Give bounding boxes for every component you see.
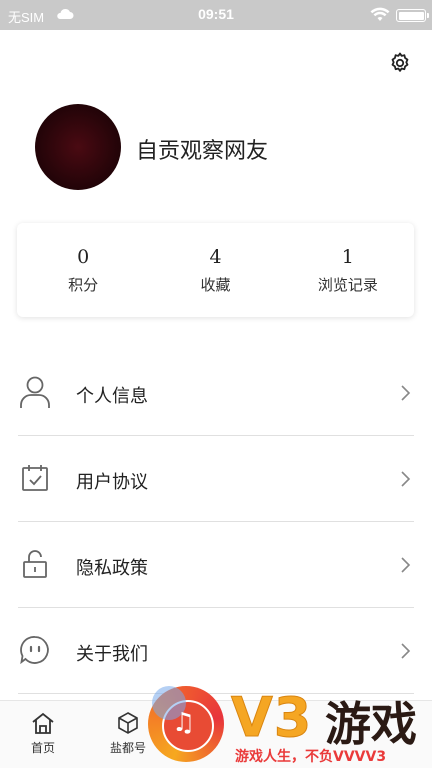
menu-item-label: 隐私政策 (76, 558, 148, 579)
avatar[interactable] (35, 104, 121, 190)
settings-button[interactable] (386, 49, 414, 77)
watermark-overlay: ♫ V3 游戏 游戏人生，不负VVVV3 (145, 684, 432, 768)
menu-item-privacy-policy[interactable]: 隐私政策 (18, 522, 414, 608)
nav-label: 首页 (30, 741, 55, 755)
stat-value: 1 (341, 245, 354, 268)
watermark-slogan: 游戏人生，不负VVVV3 (235, 749, 387, 765)
user-nickname: 自贡观察网友 (136, 139, 269, 164)
stat-favorites[interactable]: 4 收藏 (149, 223, 281, 317)
chevron-right-icon (401, 471, 411, 487)
nav-item-home[interactable]: 首页 (8, 711, 78, 756)
stat-value: 4 (209, 245, 222, 268)
chevron-right-icon (401, 643, 411, 659)
chevron-right-icon (401, 385, 411, 401)
calendar-check-icon (18, 461, 52, 495)
person-icon (18, 375, 52, 409)
stat-label: 收藏 (200, 275, 231, 294)
watermark-game-text: 游戏 (325, 697, 417, 751)
unlock-icon (18, 547, 52, 581)
stat-points[interactable]: 0 积分 (17, 223, 149, 317)
watermark-logo-icon: ♫ (148, 686, 224, 762)
menu-item-about-us[interactable]: 关于我们 (18, 608, 414, 694)
chat-face-icon (18, 633, 52, 667)
gear-icon (391, 52, 409, 72)
cube-icon (118, 712, 138, 734)
wifi-icon (370, 7, 390, 26)
menu-item-label: 用户协议 (76, 472, 148, 493)
chevron-right-icon (401, 557, 411, 573)
menu-item-user-agreement[interactable]: 用户协议 (18, 436, 414, 522)
stat-label: 浏览记录 (317, 275, 378, 294)
status-time: 09:51 (198, 6, 234, 22)
battery-icon (396, 9, 429, 22)
home-icon (32, 712, 54, 734)
watermark-brand: V3 (230, 686, 313, 750)
menu-item-label: 关于我们 (76, 644, 148, 665)
menu-item-label: 个人信息 (76, 386, 148, 407)
stat-history[interactable]: 1 浏览记录 (282, 223, 414, 317)
settings-menu: 个人信息 用户协议 隐私政策 关于我们 (18, 350, 414, 694)
stats-card: 0 积分 4 收藏 1 浏览记录 (17, 223, 414, 317)
status-bar: 无SIM 09:51 (0, 0, 432, 30)
stat-value: 0 (77, 245, 90, 268)
menu-item-personal-info[interactable]: 个人信息 (18, 350, 414, 436)
stat-label: 积分 (68, 275, 99, 294)
